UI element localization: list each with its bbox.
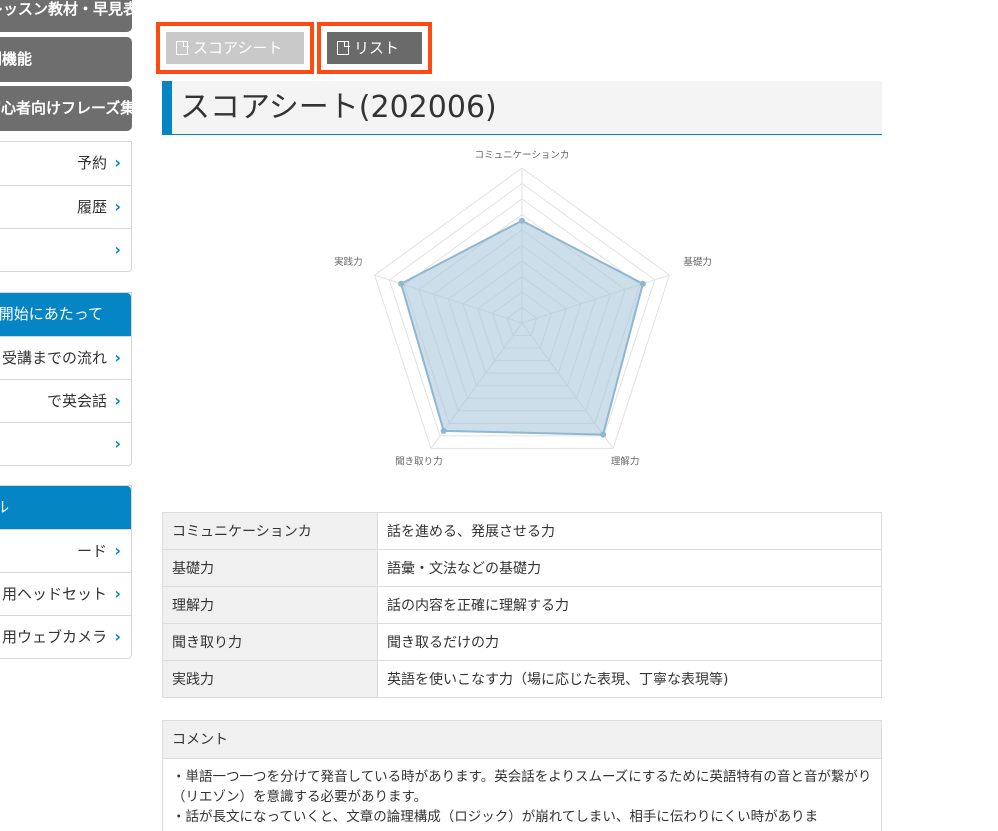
sidebar-item-label: で英会話 <box>46 392 107 410</box>
score-sheet-button[interactable]: スコアシート <box>156 22 314 74</box>
chevron-right-icon: › <box>114 348 121 367</box>
list-button-label: リスト <box>354 39 400 57</box>
sidebar-item-label: 予約 <box>76 154 107 172</box>
table-row: コミュニケーションカ 話を進める、発展させる力 <box>162 512 882 550</box>
sidebar-item-label: ード <box>76 542 107 560</box>
radar-series-area <box>399 219 645 436</box>
table-row: 聞き取り力 聞き取るだけの力 <box>162 623 882 661</box>
skill-description-table: コミュニケーションカ 話を進める、発展させる力 基礎力 語彙・文法などの基礎力 理解力話… <box>162 512 882 698</box>
table-row: 実践力 英語を使いこなす力（場に応じた表現、丁寧な表現等) <box>162 660 882 698</box>
sidebar-item-other-2[interactable]: › <box>0 422 131 465</box>
skill-description-cell: 語彙・文法などの基礎力 <box>377 549 882 587</box>
sidebar-item-reservation[interactable]: 予約 › <box>0 142 131 185</box>
sidebar-item-label: 用ウェブカメラ <box>1 628 107 646</box>
radar-axis-label: 理解力 <box>611 455 640 467</box>
sidebar-item-flow[interactable]: 受講までの流れ › <box>0 336 131 379</box>
skill-name-cell: 理解力 <box>162 586 378 624</box>
chevron-right-icon: › <box>114 197 121 216</box>
sidebar-button-phrases[interactable]: 初心者向けフレーズ集 <box>0 86 132 131</box>
page-title-bar: スコアシート(202006) <box>162 81 882 135</box>
comment-line: ・話が長文になっていくと、文章の論理構成（ロジック）が崩れてしまい、相手に伝わり… <box>172 809 819 825</box>
sidebar-item-label: 用ヘッドセット <box>1 585 107 603</box>
sidebar-button-label: 便利機能 <box>0 50 33 68</box>
sidebar-group-heading-label: 受講開始にあたって <box>0 305 103 323</box>
skill-name-cell: 基礎力 <box>162 549 378 587</box>
chevron-right-icon: › <box>114 627 121 646</box>
skill-description-cell: 話を進める、発展させる力 <box>377 512 882 550</box>
skill-name-cell: 聞き取り力 <box>162 623 378 661</box>
radar-data-point <box>398 280 405 287</box>
chevron-right-icon: › <box>114 584 121 603</box>
skill-name-cell: 実践力 <box>162 660 378 698</box>
skill-description-cell: 聞き取るだけの力 <box>377 623 882 661</box>
table-row: 基礎力 語彙・文法などの基礎力 <box>162 549 882 587</box>
document-icon <box>176 40 189 55</box>
comment-line: ・単語一つ一つを分けて発音している時があります。英会話をよりスムーズにするために… <box>172 769 872 805</box>
sidebar-button-materials[interactable]: レッスン教材・早見表 <box>0 0 132 32</box>
table-row: 理解力 話の内容を正確に理解する力 <box>162 586 882 624</box>
radar-series <box>398 217 646 438</box>
sidebar-item-history[interactable]: 履歴 › <box>0 185 131 228</box>
chevron-right-icon: › <box>114 391 121 410</box>
chevron-right-icon: › <box>114 541 121 560</box>
comment-body: ・単語一つ一つを分けて発音している時があります。英会話をよりスムーズにするために… <box>163 759 881 831</box>
skill-description-cell: 英語を使いこなす力（場に応じた表現、丁寧な表現等) <box>377 660 882 698</box>
sidebar-item-other[interactable]: › <box>0 228 131 271</box>
sidebar-item-english[interactable]: で英会話 › <box>0 379 131 422</box>
sidebar-group-heading-label: ル <box>0 498 9 516</box>
sidebar-list-group-3: ル ード › 用ヘッドセット › 用ウェブカメラ › <box>0 485 132 659</box>
comment-panel: コメント ・単語一つ一つを分けて発音している時があります。英会話をよりスムーズに… <box>162 720 882 831</box>
sidebar-group-heading: ル <box>0 486 131 529</box>
score-sheet-button-label: スコアシート <box>193 39 283 57</box>
sidebar-button-features[interactable]: 便利機能 <box>0 37 132 82</box>
sidebar-button-label: 初心者向けフレーズ集 <box>0 99 132 117</box>
radar-data-point <box>600 431 607 438</box>
sidebar-group-heading: 受講開始にあたって <box>0 293 131 336</box>
comment-heading: コメント <box>163 721 881 759</box>
sidebar-list-group-1: 予約 › 履歴 › › <box>0 141 132 272</box>
chevron-right-icon: › <box>114 434 121 453</box>
sidebar-item-label: 履歴 <box>76 198 107 216</box>
radar-axis-label: 聞き取り力 <box>395 455 443 467</box>
radar-data-point <box>519 217 525 224</box>
skill-description-cell: 話の内容を正確に理解する力 <box>377 586 882 624</box>
sidebar-item-label: 受講までの流れ <box>1 349 107 367</box>
chevron-right-icon: › <box>114 153 121 172</box>
sidebar-item-headset[interactable]: 用ヘッドセット › <box>0 572 131 615</box>
radar-axis-label: 基礎力 <box>683 256 712 268</box>
radar-data-point <box>639 280 646 287</box>
radar-chart: コミュニケーションカ基礎力理解力 聞き取り力 実践力 <box>334 150 712 467</box>
chevron-right-icon: › <box>114 240 121 259</box>
list-button[interactable]: リスト <box>317 22 432 74</box>
sidebar-list-group-2: 受講開始にあたって 受講までの流れ › で英会話 › › <box>0 292 132 466</box>
radar-axis-label: コミュニケーションカ <box>475 150 570 161</box>
page-title: スコアシート(202006) <box>180 90 497 125</box>
radar-axis-label: 実践力 <box>334 256 363 268</box>
sidebar-item-code[interactable]: ード › <box>0 529 131 572</box>
sidebar-button-label: レッスン教材・早見表 <box>0 0 132 18</box>
sidebar-item-webcam[interactable]: 用ウェブカメラ › <box>0 615 131 658</box>
skill-name-cell: コミュニケーションカ <box>162 512 378 550</box>
radar-data-point <box>440 427 447 434</box>
document-icon <box>337 40 350 55</box>
